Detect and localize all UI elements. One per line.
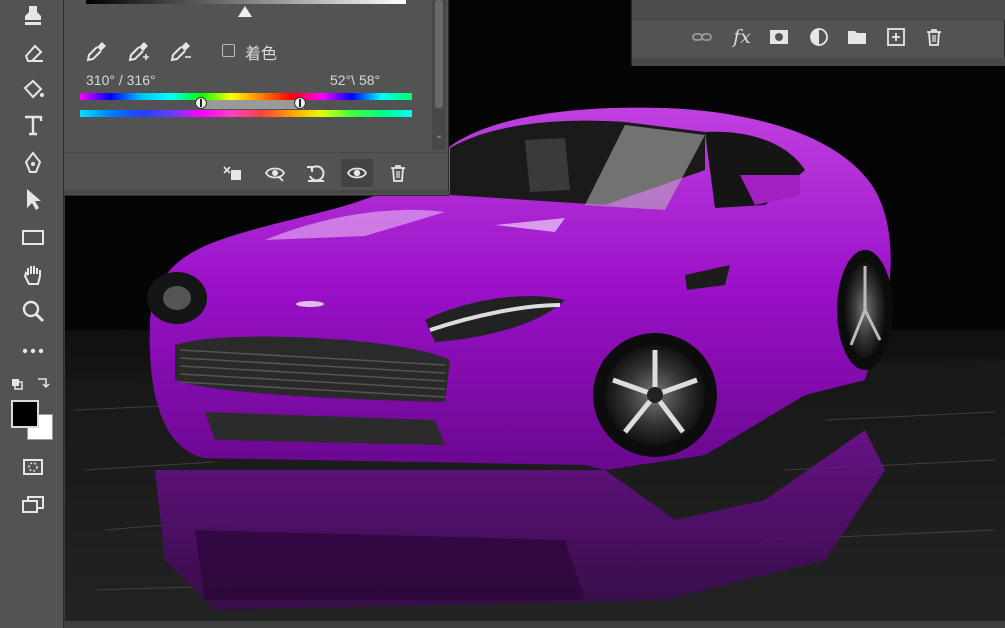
adjustment-layer-icon[interactable] xyxy=(805,23,833,51)
properties-panel: 着色 310° / 316° 52°\ 58° ⌄ xyxy=(63,0,450,196)
clip-to-layer-icon[interactable] xyxy=(216,159,248,187)
hue-spectrum-top xyxy=(80,93,412,100)
eyedropper-subtract-icon[interactable] xyxy=(168,38,194,64)
fx-label: fx xyxy=(733,26,751,48)
properties-scrollbar[interactable]: ⌄ xyxy=(432,0,446,150)
lightness-slider-track[interactable] xyxy=(86,0,406,4)
layers-list-edge xyxy=(632,0,1005,20)
hue-range-slider[interactable] xyxy=(200,100,304,109)
rectangle-icon[interactable] xyxy=(17,222,49,252)
colorize-label: 着色 xyxy=(245,46,278,63)
stamp-icon[interactable] xyxy=(17,0,49,30)
more-tools-icon[interactable] xyxy=(17,336,49,366)
layers-panel-resize-grip[interactable] xyxy=(632,58,1005,66)
hand-icon[interactable] xyxy=(17,260,49,290)
eraser-icon[interactable] xyxy=(17,38,49,68)
hue-range-right-readout: 52°\ 58° xyxy=(330,72,381,88)
view-previous-state-icon[interactable] xyxy=(259,159,291,187)
tools-panel xyxy=(0,0,64,628)
foreground-background-colors[interactable] xyxy=(11,400,55,444)
fx-icon[interactable]: fx xyxy=(728,23,756,51)
eyedropper-add-icon[interactable] xyxy=(126,38,152,64)
colorize-checkbox[interactable] xyxy=(222,44,235,57)
folder-icon[interactable] xyxy=(843,23,871,51)
eye-icon[interactable] xyxy=(341,159,373,187)
quick-mask-icon[interactable] xyxy=(17,452,49,482)
add-mask-icon[interactable] xyxy=(765,23,793,51)
eyedropper-icon[interactable] xyxy=(84,38,110,64)
path-selection-icon[interactable] xyxy=(17,184,49,214)
foreground-color-swatch[interactable] xyxy=(11,400,39,428)
hue-range-right-thumb[interactable] xyxy=(294,97,306,109)
link-layers-icon[interactable] xyxy=(688,23,716,51)
hue-range-left-thumb[interactable] xyxy=(195,97,207,109)
hue-range-left-readout: 310° / 316° xyxy=(86,72,156,88)
pen-icon[interactable] xyxy=(17,148,49,178)
canvas-horizontal-scrollbar[interactable] xyxy=(65,621,1005,628)
properties-panel-resize-grip[interactable] xyxy=(64,190,450,194)
swap-colors-icon[interactable] xyxy=(8,368,56,398)
zoom-icon[interactable] xyxy=(17,296,49,326)
scroll-down-icon[interactable]: ⌄ xyxy=(432,128,446,142)
paint-bucket-icon[interactable] xyxy=(17,74,49,104)
properties-scroll-thumb[interactable] xyxy=(435,0,443,108)
hue-spectrum-bottom xyxy=(80,110,412,117)
new-layer-icon[interactable] xyxy=(882,23,910,51)
type-icon[interactable] xyxy=(17,110,49,140)
reset-icon[interactable] xyxy=(300,159,332,187)
layers-panel: fx xyxy=(631,0,1005,66)
photoshop-window: 着色 310° / 316° 52°\ 58° ⌄ fx xyxy=(0,0,1005,628)
trash-icon[interactable] xyxy=(382,159,414,187)
screen-mode-icon[interactable] xyxy=(17,490,49,520)
delete-layer-icon[interactable] xyxy=(920,23,948,51)
lightness-slider-thumb[interactable] xyxy=(238,6,252,17)
properties-footer xyxy=(64,152,450,192)
